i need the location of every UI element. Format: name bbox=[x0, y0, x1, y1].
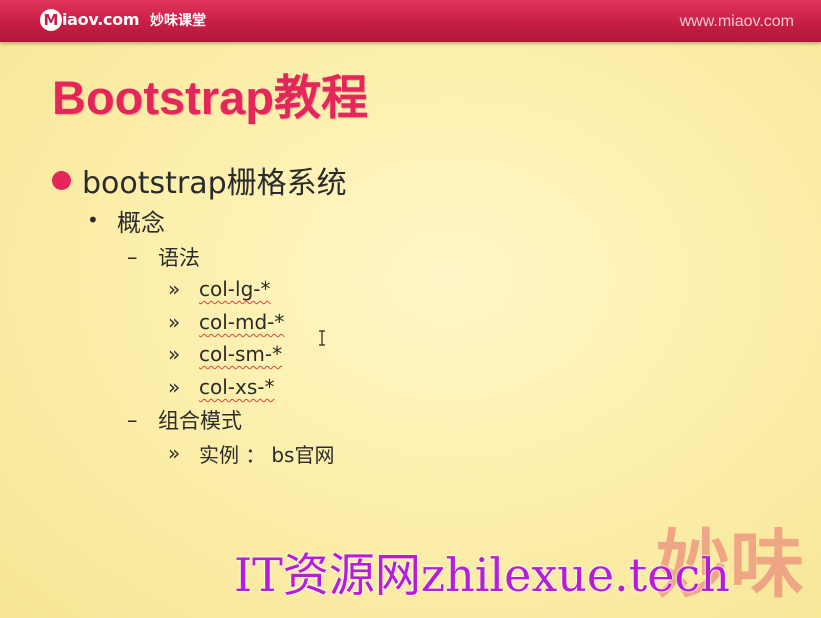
list-item-text[interactable]: col-xs-* bbox=[199, 375, 274, 399]
list-item-col-md: » col-md-* bbox=[168, 307, 284, 337]
sub-bullet-combo: – 组合模式 bbox=[127, 405, 242, 435]
i-beam-cursor-icon bbox=[319, 330, 325, 346]
logo-text: iaov.com bbox=[62, 10, 140, 29]
chevron-marker: » bbox=[168, 310, 181, 334]
dash-marker: – bbox=[127, 245, 138, 269]
bullet-level1-text: bootstrap栅格系统 bbox=[82, 166, 347, 201]
bullet-concept: • 概念 bbox=[87, 203, 165, 237]
list-item-col-lg: » col-lg-* bbox=[168, 274, 270, 304]
logo-badge: M bbox=[40, 9, 62, 31]
sub-bullet-syntax-text: 语法 bbox=[158, 246, 200, 270]
list-item-example: » 实例 ： bs官网 bbox=[168, 438, 334, 468]
example-label: 实例 ： bbox=[199, 442, 266, 467]
bullet-concept-text: 概念 bbox=[117, 208, 165, 237]
list-item-text[interactable]: col-sm-* bbox=[199, 342, 282, 366]
list-item-col-xs: » col-xs-* bbox=[168, 372, 274, 402]
chevron-marker: » bbox=[168, 441, 181, 465]
chevron-marker: » bbox=[168, 375, 181, 399]
header-bar: M iaov.com 妙味课堂 www.miaov.com bbox=[0, 0, 821, 42]
logo-chinese-name: 妙味课堂 bbox=[150, 13, 206, 29]
chevron-marker: » bbox=[168, 277, 181, 301]
site-url: www.miaov.com bbox=[679, 13, 794, 30]
list-item-text[interactable]: col-lg-* bbox=[199, 277, 270, 301]
bullet-marker: • bbox=[87, 208, 99, 232]
sub-bullet-syntax: – 语法 bbox=[127, 242, 200, 272]
example-link[interactable]: bs官网 bbox=[271, 439, 334, 468]
chevron-marker: » bbox=[168, 342, 181, 366]
dash-marker: – bbox=[127, 408, 138, 432]
slide: M iaov.com 妙味课堂 www.miaov.com Bootstrap教… bbox=[0, 0, 821, 618]
site-watermark: IT资源网zhilexue.tech bbox=[234, 548, 730, 602]
slide-title: Bootstrap教程 bbox=[52, 71, 368, 124]
list-item-col-sm: » col-sm-* bbox=[168, 339, 282, 369]
sub-bullet-combo-text: 组合模式 bbox=[158, 409, 242, 433]
list-item-text[interactable]: col-md-* bbox=[199, 310, 284, 334]
pink-dot-bullet-icon bbox=[52, 170, 71, 190]
bullet-level1: bootstrap栅格系统 bbox=[52, 160, 347, 201]
